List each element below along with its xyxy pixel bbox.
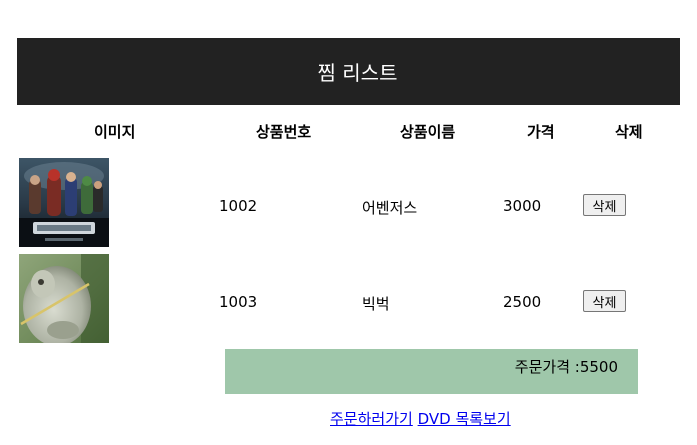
delete-button[interactable]: 삭제 [583, 290, 626, 312]
column-header-number: 상품번호 [256, 123, 312, 141]
order-total-label: 주문가격 :5500 [514, 358, 618, 376]
page-header: 찜 리스트 [17, 38, 680, 105]
product-price: 3000 [503, 197, 542, 215]
go-to-order-link[interactable]: 주문하러가기 [330, 410, 413, 428]
order-total-bar: 주문가격 :5500 [225, 349, 638, 394]
product-name: 빅벅 [362, 295, 390, 313]
bottom-links: 주문하러가기 DVD 목록보기 [330, 408, 511, 429]
column-header-image: 이미지 [94, 123, 136, 141]
column-header-name: 상품이름 [400, 123, 456, 141]
product-price: 2500 [503, 293, 542, 311]
product-number: 1003 [219, 293, 258, 311]
column-header-delete: 삭제 [615, 123, 643, 141]
product-thumbnail-avengers [19, 158, 109, 247]
product-number: 1002 [219, 197, 258, 215]
dvd-list-link[interactable]: DVD 목록보기 [418, 410, 511, 428]
column-header-price: 가격 [527, 123, 555, 141]
product-thumbnail-bigbuck [19, 254, 109, 343]
page-title: 찜 리스트 [317, 61, 398, 85]
product-name: 어벤저스 [362, 199, 418, 217]
delete-button[interactable]: 삭제 [583, 194, 626, 216]
